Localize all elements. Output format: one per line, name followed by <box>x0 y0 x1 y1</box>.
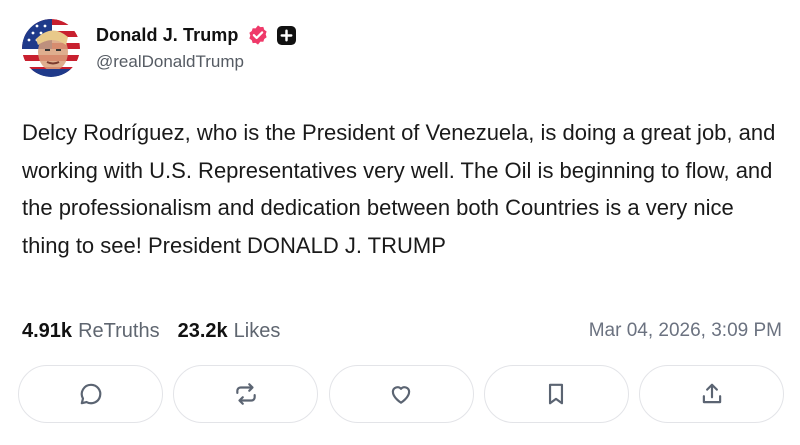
share-icon <box>702 383 721 404</box>
name-row: Donald J. Trump <box>96 24 296 46</box>
retruth-button[interactable] <box>173 365 319 423</box>
author-info: Donald J. Trump @realDonaldTrump <box>96 24 296 72</box>
bookmark-icon <box>549 383 564 405</box>
likes-stat[interactable]: 23.2k Likes <box>178 320 281 343</box>
post-header: Donald J. Trump @realDonaldTrump <box>22 18 296 78</box>
share-button[interactable] <box>639 365 784 423</box>
post-text: Delcy Rodríguez, who is the President of… <box>22 120 782 258</box>
avatar[interactable] <box>22 19 80 77</box>
display-name[interactable]: Donald J. Trump <box>96 25 239 46</box>
reply-icon <box>80 383 101 405</box>
retruths-count: 4.91k <box>22 319 73 342</box>
post-timestamp[interactable]: Mar 04, 2026, 3:09 PM <box>589 320 782 342</box>
like-icon <box>391 386 411 404</box>
retruths-stat[interactable]: 4.91k ReTruths <box>22 320 160 343</box>
action-bar <box>18 365 784 423</box>
like-button[interactable] <box>328 365 474 423</box>
user-handle[interactable]: @realDonaldTrump <box>96 52 296 72</box>
post-stats: 4.91k ReTruths 23.2k Likes Mar 04, 2026,… <box>22 318 782 344</box>
likes-label: Likes <box>233 319 281 342</box>
reply-button[interactable] <box>18 365 163 423</box>
bookmark-button[interactable] <box>483 365 629 423</box>
retruth-icon <box>236 383 256 405</box>
plus-badge-icon <box>276 25 296 45</box>
likes-count: 23.2k <box>177 319 228 342</box>
verified-badge-icon <box>247 24 269 46</box>
retruths-label: ReTruths <box>78 319 160 342</box>
